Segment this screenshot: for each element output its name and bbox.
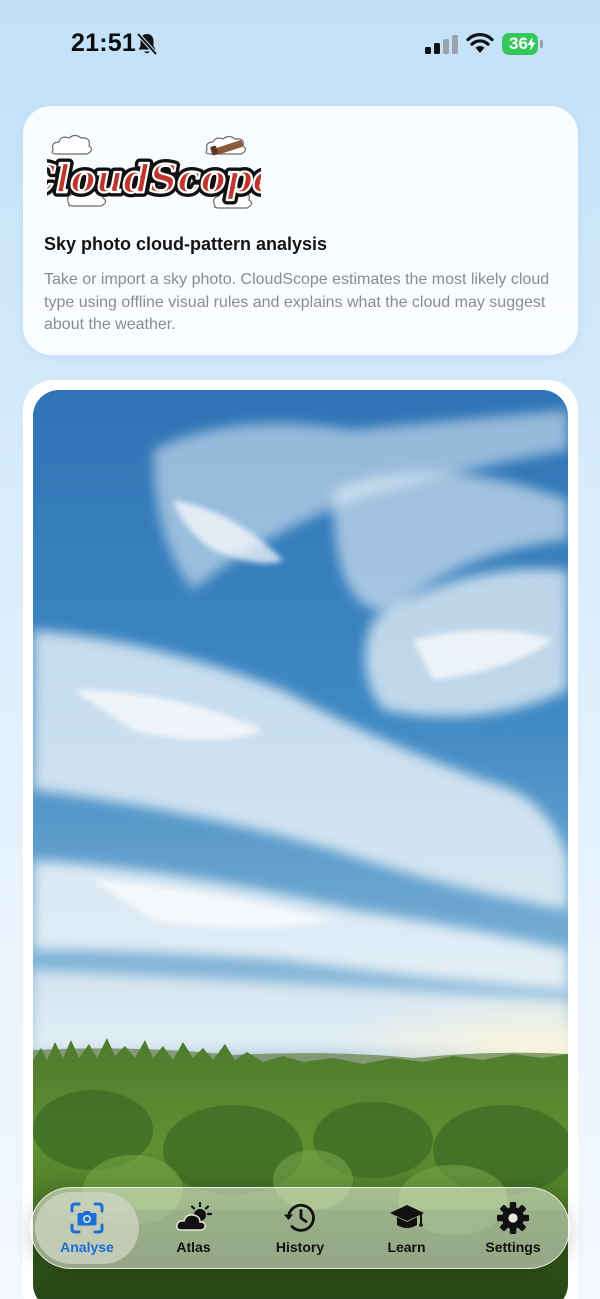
battery-level: 36 [509,34,528,53]
camera-viewfinder-icon [70,1202,104,1234]
graduation-cap-icon [389,1205,424,1228]
status-bar: 21:51 36 [0,0,600,90]
header-card: CloudScope CloudScope Sky photo cloud-pa… [23,106,578,355]
tab-bar: Analyse Atlas History Learn Settings [30,1187,570,1269]
tab-settings[interactable]: Settings [461,1192,565,1264]
sky-photo-image [33,390,568,1299]
status-time: 21:51 [71,29,136,57]
tab-label-history: History [275,1239,325,1255]
cloudscope-logo: CloudScope CloudScope [47,134,261,209]
tab-label-analyse: Analyse [60,1239,114,1255]
clock-history-icon [284,1203,315,1232]
bell-slash-icon [136,32,158,56]
photo-card[interactable] [23,380,578,1299]
tab-label-settings: Settings [485,1239,541,1255]
battery-cap [540,40,543,48]
tab-analyse[interactable]: Analyse [35,1192,139,1264]
tab-learn[interactable]: Learn [355,1192,459,1264]
logo-text-fill: CloudScope [47,156,261,201]
wifi-icon [466,33,494,53]
cellular-signal-icon [425,35,458,54]
tab-label-atlas: Atlas [176,1239,211,1255]
sky-photo[interactable] [33,390,568,1299]
cloud-sun-icon [175,1201,212,1231]
tab-atlas[interactable]: Atlas [142,1192,246,1264]
tab-history[interactable]: History [248,1192,352,1264]
battery-indicator: 36 [502,33,538,55]
battery-charging-icon [527,37,536,51]
tab-label-learn: Learn [387,1239,426,1255]
gear-icon [497,1202,529,1234]
page-title: Sky photo cloud-pattern analysis [44,234,328,254]
page-description: Take or import a sky photo. CloudScope e… [44,271,550,333]
